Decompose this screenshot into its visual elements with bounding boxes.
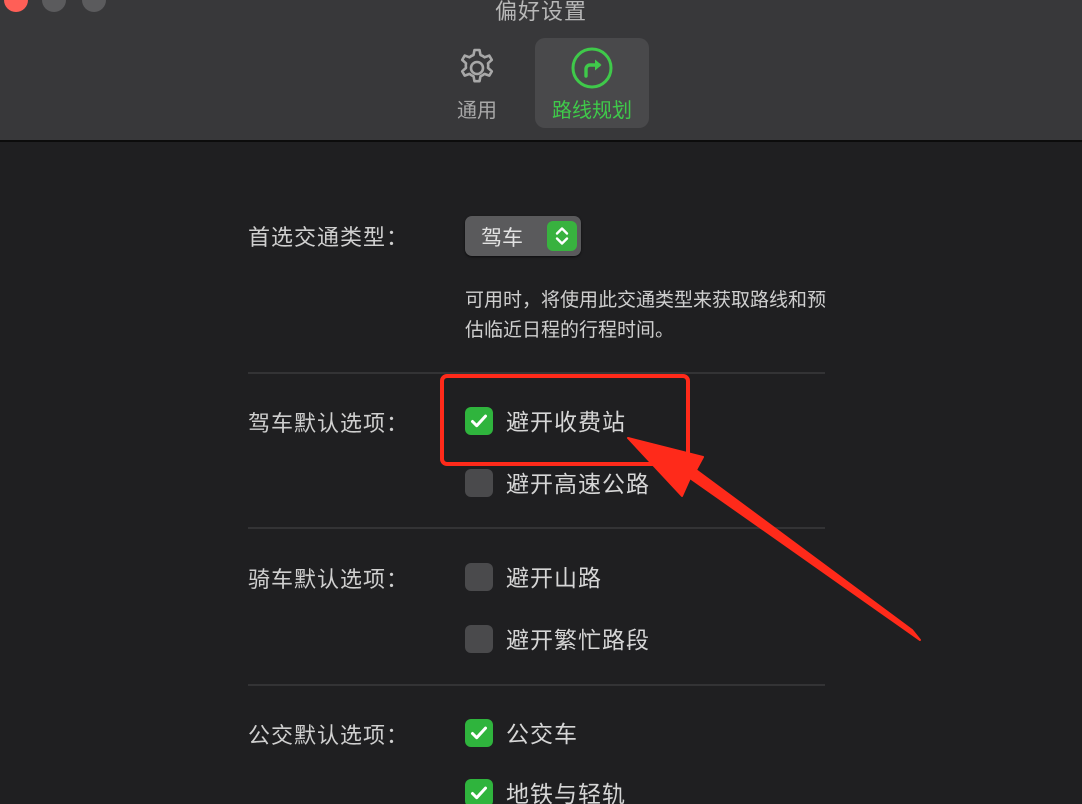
cycling-options-label: 骑车默认选项： bbox=[248, 568, 410, 593]
checkbox-label: 地铁与轻轨 bbox=[506, 782, 626, 804]
checkbox-label: 公交车 bbox=[506, 722, 578, 748]
checkbox-unchecked[interactable] bbox=[465, 469, 493, 497]
checkbox-checked[interactable] bbox=[465, 779, 493, 804]
checkbox-label: 避开山路 bbox=[506, 566, 602, 592]
transit-options-label: 公交默认选项： bbox=[248, 724, 410, 749]
driving-options-label: 驾车默认选项： bbox=[248, 412, 410, 437]
section-divider bbox=[248, 527, 825, 529]
updown-chevron-icon bbox=[547, 221, 577, 251]
transport-type-label: 首选交通类型： bbox=[248, 226, 410, 251]
transport-type-value: 驾车 bbox=[481, 226, 523, 250]
preferences-window: 偏好设置 通用 路线规划 首选交通类型： 驾车 可用时，将使用此交通类型来获取路… bbox=[0, 0, 1082, 804]
tab-route-planning[interactable]: 路线规划 bbox=[535, 38, 649, 128]
checkbox-checked[interactable] bbox=[465, 407, 493, 435]
checkbox-label: 避开繁忙路段 bbox=[506, 628, 650, 654]
transport-type-description: 可用时，将使用此交通类型来获取路线和预估临近日程的行程时间。 bbox=[465, 289, 827, 341]
tab-route-planning-label: 路线规划 bbox=[552, 98, 632, 122]
checkbox-label: 避开收费站 bbox=[506, 410, 626, 436]
checkbox-checked[interactable] bbox=[465, 719, 493, 747]
section-divider bbox=[248, 372, 825, 374]
checkbox-unchecked[interactable] bbox=[465, 563, 493, 591]
tab-general-label: 通用 bbox=[457, 98, 497, 122]
section-divider bbox=[248, 684, 825, 686]
checkbox-label: 避开高速公路 bbox=[506, 472, 650, 498]
tab-general[interactable]: 通用 bbox=[420, 38, 534, 128]
gear-icon bbox=[455, 46, 499, 90]
window-title: 偏好设置 bbox=[494, 0, 587, 25]
transport-type-popup[interactable]: 驾车 bbox=[465, 216, 581, 256]
checkbox-unchecked[interactable] bbox=[465, 625, 493, 653]
route-arrow-icon bbox=[570, 46, 614, 90]
toolbar: 偏好设置 通用 路线规划 bbox=[0, 0, 1082, 142]
